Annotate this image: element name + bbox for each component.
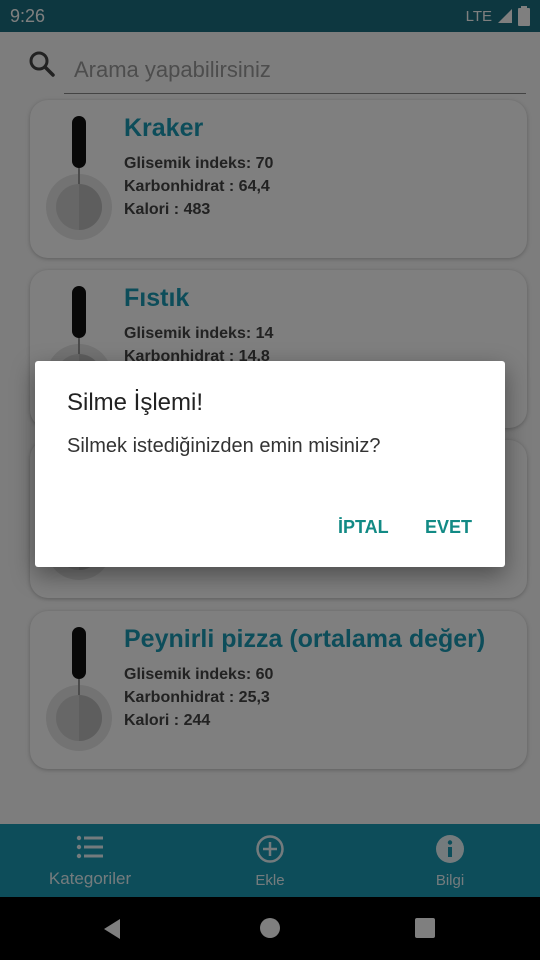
- dialog-message: Silmek istediğinizden emin misiniz?: [67, 435, 381, 457]
- cancel-button[interactable]: İPTAL: [330, 513, 397, 542]
- dialog-title: Silme İşlemi!: [67, 389, 204, 416]
- delete-confirm-dialog: Silme İşlemi! Silmek istediğinizden emin…: [35, 361, 505, 567]
- confirm-button[interactable]: EVET: [417, 513, 480, 542]
